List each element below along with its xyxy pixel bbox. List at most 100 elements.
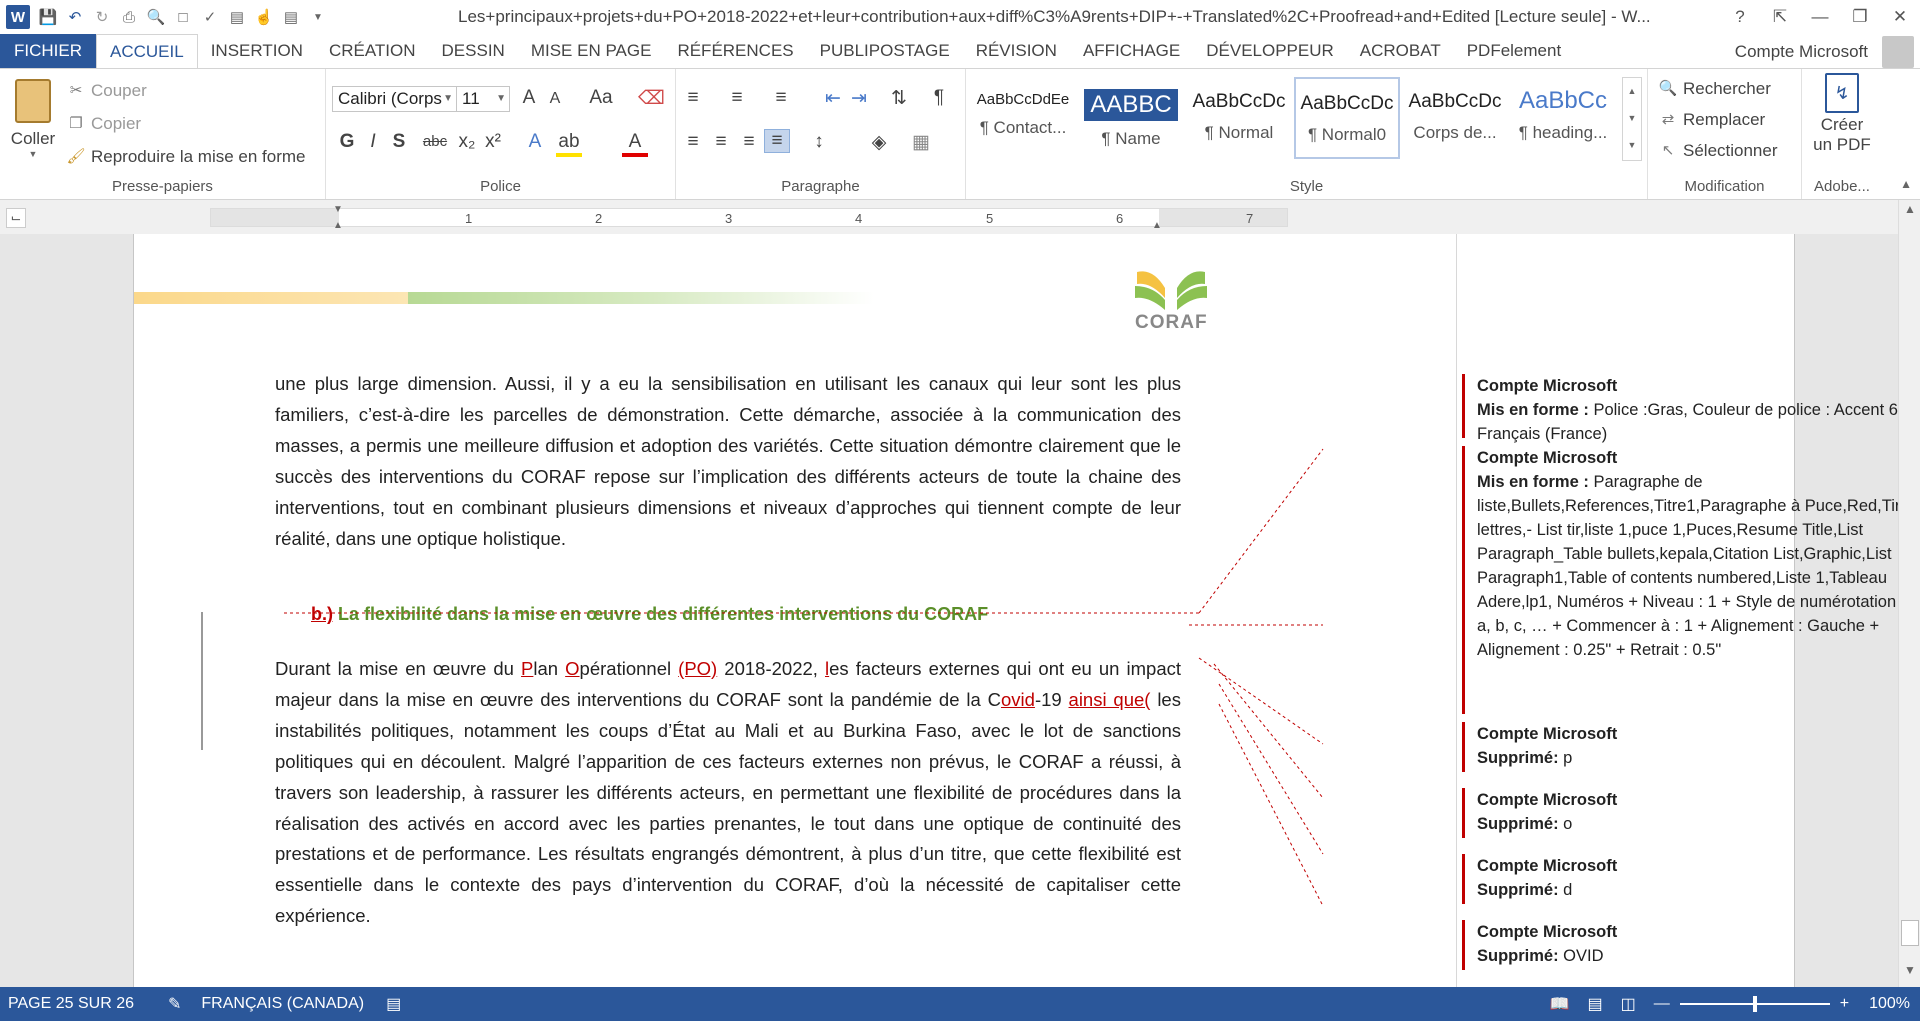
left-indent-marker[interactable]: ▲	[333, 220, 343, 231]
underline-button[interactable]: S	[386, 131, 412, 153]
help-icon[interactable]: ?	[1720, 7, 1760, 27]
tab-mise-en-page[interactable]: MISE EN PAGE	[518, 34, 665, 68]
font-color-icon[interactable]: A	[622, 131, 648, 157]
tab-developpeur[interactable]: DÉVELOPPEUR	[1193, 34, 1347, 68]
word-app-icon[interactable]: W	[6, 5, 30, 29]
tab-dessin[interactable]: DESSIN	[429, 34, 518, 68]
style-normal0[interactable]: AaBbCcDc ¶ Normal0	[1294, 77, 1400, 159]
sort-icon[interactable]: ⇅	[886, 87, 912, 110]
minimize-icon[interactable]: —	[1800, 7, 1840, 27]
restore-icon[interactable]: ❐	[1840, 7, 1880, 27]
italic-button[interactable]: I	[360, 131, 386, 153]
shrink-font-button[interactable]: A	[542, 90, 568, 108]
strikethrough-button[interactable]: abc	[418, 133, 452, 150]
tab-creation[interactable]: CRÉATION	[316, 34, 429, 68]
read-mode-icon[interactable]: 📖	[1550, 994, 1570, 1014]
style-contact[interactable]: AaBbCcDdEe ¶ Contact...	[970, 77, 1076, 159]
tab-publipostage[interactable]: PUBLIPOSTAGE	[807, 34, 963, 68]
page-count[interactable]: PAGE 25 SUR 26	[8, 995, 134, 1013]
tab-acrobat[interactable]: ACROBAT	[1347, 34, 1454, 68]
section-heading[interactable]: b.) La flexibilité dans la mise en œuvre…	[311, 604, 988, 625]
print-preview-icon[interactable]: 🔍	[144, 5, 168, 29]
tab-references[interactable]: RÉFÉRENCES	[664, 34, 806, 68]
style-body-text[interactable]: AaBbCcDc Corps de...	[1402, 77, 1508, 159]
tab-selector[interactable]: ⌙	[6, 208, 26, 228]
font-name-combo[interactable]: Calibri (Corps ▼	[332, 86, 457, 112]
tab-insertion[interactable]: INSERTION	[198, 34, 316, 68]
format-painter-button[interactable]: 🖌 Reproduire la mise en forme	[66, 147, 305, 167]
grow-font-button[interactable]: A	[516, 87, 542, 109]
macro-icon[interactable]: ▤	[386, 994, 401, 1014]
find-button[interactable]: 🔍 Rechercher	[1658, 79, 1771, 99]
zoom-out-icon[interactable]: —	[1654, 995, 1670, 1013]
ruler-bar[interactable]: 1 2 3 4 5 6 7	[210, 208, 1288, 227]
styles-scroll[interactable]: ▲ ▼ ▼	[1622, 77, 1642, 161]
multilevel-list-icon[interactable]: ≡	[768, 87, 794, 109]
shading-icon[interactable]: ◈	[866, 131, 892, 154]
borders-icon[interactable]: ▦	[908, 131, 934, 154]
justify-icon[interactable]: ≡	[764, 129, 790, 153]
read-mode-icon[interactable]: ▤	[279, 5, 303, 29]
revision-balloon[interactable]: Compte Microsoft Supprimé: p	[1462, 722, 1898, 772]
collapse-ribbon-icon[interactable]: ▲	[1900, 177, 1912, 191]
zoom-slider[interactable]	[1679, 996, 1830, 1012]
scroll-thumb[interactable]	[1901, 920, 1919, 946]
document-page[interactable]: CORAF une plus large dimension. Aussi, i…	[133, 234, 1898, 987]
zoom-slider-thumb[interactable]	[1752, 996, 1757, 1012]
clear-format-icon[interactable]: ⌫	[638, 87, 665, 110]
print-layout-icon[interactable]: ▤	[225, 5, 249, 29]
language-indicator[interactable]: FRANÇAIS (CANADA)	[201, 995, 364, 1013]
undo-icon[interactable]: ↶	[63, 5, 87, 29]
tab-affichage[interactable]: AFFICHAGE	[1070, 34, 1193, 68]
superscript-icon[interactable]: x²	[480, 131, 506, 153]
scroll-down-icon[interactable]: ▼	[1899, 963, 1920, 985]
tab-fichier[interactable]: FICHIER	[0, 34, 96, 68]
increase-indent-icon[interactable]: ⇥	[846, 87, 872, 110]
revision-balloon[interactable]: Compte Microsoft Mis en forme : Paragraph…	[1462, 446, 1898, 714]
select-button[interactable]: ↖ Sélectionner	[1658, 141, 1778, 161]
bullets-icon[interactable]: ≡	[680, 87, 706, 109]
tab-revision[interactable]: RÉVISION	[963, 34, 1070, 68]
align-center-icon[interactable]: ≡	[708, 131, 734, 153]
revision-balloon[interactable]: Compte Microsoft Supprimé: d	[1462, 854, 1898, 904]
revision-balloon[interactable]: Compte Microsoft Mis en forme : Police :G…	[1462, 374, 1898, 443]
paste-button[interactable]: Coller ▼	[8, 75, 58, 175]
align-left-icon[interactable]: ≡	[680, 131, 706, 153]
account-name[interactable]: Compte Microsoft	[1735, 42, 1868, 62]
zoom-level[interactable]: 100%	[1869, 995, 1910, 1013]
spelling-icon[interactable]: ✓	[198, 5, 222, 29]
paragraph-1[interactable]: une plus large dimension. Aussi, il y a …	[275, 369, 1181, 554]
bold-button[interactable]: G	[334, 131, 360, 153]
style-heading[interactable]: AaBbCc ¶ heading...	[1510, 77, 1616, 159]
avatar[interactable]	[1882, 36, 1914, 68]
font-size-combo[interactable]: 11 ▼	[456, 86, 510, 112]
new-document-icon[interactable]: □	[171, 5, 195, 29]
right-indent-marker[interactable]: ▲	[1152, 220, 1162, 231]
vertical-scrollbar[interactable]: ▲ ▼	[1898, 200, 1920, 987]
create-pdf-button[interactable]: ↯ Créer un PDF	[1806, 73, 1878, 155]
proofing-icon[interactable]: ✎	[168, 994, 181, 1014]
style-normal[interactable]: AaBbCcDc ¶ Normal	[1186, 77, 1292, 159]
revision-balloon[interactable]: Compte Microsoft Supprimé: o	[1462, 788, 1898, 838]
horizontal-ruler[interactable]: ⌙ 1 2 3 4 5 6 7 ▼ ▲ ▲	[0, 200, 1920, 234]
text-effects-icon[interactable]: A	[522, 131, 548, 153]
replace-button[interactable]: ⇄ Remplacer	[1658, 110, 1766, 130]
revision-balloon[interactable]: Compte Microsoft Supprimé: OVID	[1462, 920, 1898, 970]
tab-accueil[interactable]: ACCUEIL	[96, 34, 198, 69]
redo-icon[interactable]: ↻	[90, 5, 114, 29]
cut-button[interactable]: ✂ Couper	[66, 81, 147, 101]
paragraph-2[interactable]: Durant la mise en œuvre du Plan Opératio…	[275, 654, 1181, 932]
web-layout-icon[interactable]: ◫	[1621, 994, 1636, 1014]
first-line-indent-marker[interactable]: ▼	[333, 204, 343, 215]
touch-mode-icon[interactable]: ☝	[252, 5, 276, 29]
subscript-icon[interactable]: x₂	[454, 131, 480, 153]
zoom-in-icon[interactable]: +	[1840, 995, 1849, 1013]
close-icon[interactable]: ✕	[1880, 7, 1920, 27]
tab-pdfelement[interactable]: PDFelement	[1454, 34, 1574, 68]
line-spacing-icon[interactable]: ↕	[806, 131, 832, 153]
style-name[interactable]: AABBC ¶ Name	[1078, 77, 1184, 159]
decrease-indent-icon[interactable]: ⇤	[820, 87, 846, 110]
change-case-button[interactable]: Aa	[582, 87, 620, 109]
ribbon-display-icon[interactable]: ⇱	[1760, 7, 1800, 27]
align-right-icon[interactable]: ≡	[736, 131, 762, 153]
